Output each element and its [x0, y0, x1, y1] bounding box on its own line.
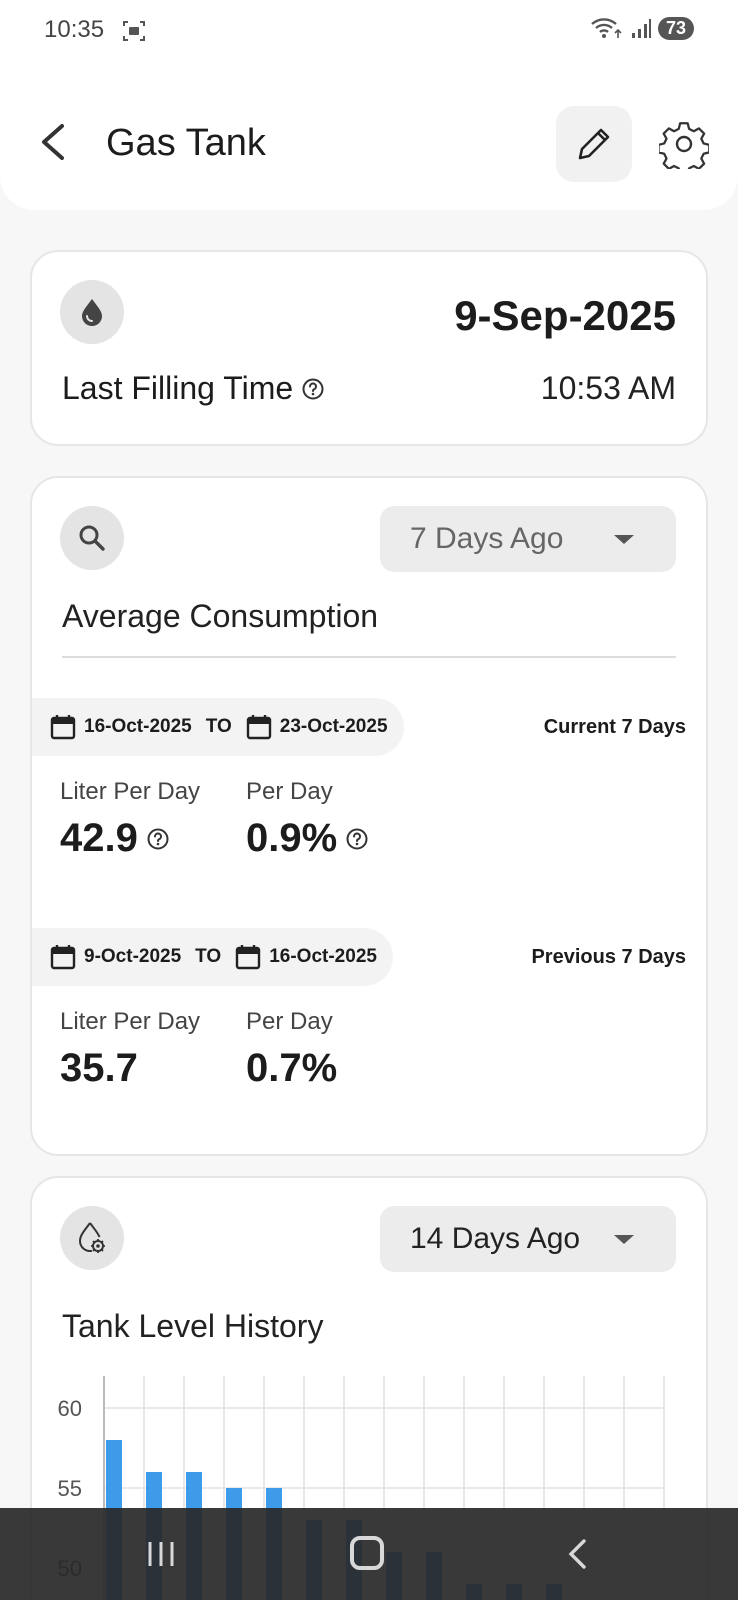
- y-tick-label: 60: [58, 1396, 82, 1421]
- previous-from-date: 9-Oct-2025: [84, 946, 182, 967]
- status-time: 10:35: [44, 16, 105, 43]
- tank-history-title: Tank Level History: [62, 1308, 324, 1344]
- help-icon[interactable]: [345, 827, 369, 851]
- chevron-down-icon: [614, 535, 634, 544]
- current-per-day-label: Per Day: [246, 778, 333, 805]
- drop-gear-icon: [78, 1222, 105, 1253]
- battery-level: 73: [657, 16, 694, 40]
- current-liter-label: Liter Per Day: [60, 778, 201, 805]
- help-icon[interactable]: [301, 377, 325, 401]
- average-consumption-card: 7 Days Ago Average Consumption 16-Oct-20…: [30, 476, 708, 1156]
- last-filling-card: 9-Sep-2025 Last Filling Time 10:53 AM: [30, 250, 708, 446]
- previous-liter-value: 35.7: [60, 1046, 138, 1090]
- water-drop-icon: [82, 299, 102, 326]
- back-arrow-icon[interactable]: [36, 118, 72, 166]
- search-icon: [79, 525, 105, 551]
- drop-settings-icon-circle: [60, 1206, 124, 1270]
- current-per-day-row: 0.9%: [246, 816, 369, 861]
- settings-button[interactable]: [658, 118, 710, 170]
- average-consumption-title: Average Consumption: [62, 598, 379, 634]
- status-indicators: 73: [590, 16, 694, 40]
- nav-back-icon[interactable]: [566, 1538, 590, 1570]
- gear-icon: [659, 122, 709, 169]
- current-liter-value: 42.9: [60, 816, 138, 860]
- consumption-period-dropdown[interactable]: 7 Days Ago: [380, 506, 676, 572]
- drop-icon-circle: [60, 280, 124, 344]
- status-bar: 10:35 73: [0, 0, 738, 62]
- divider: [62, 656, 676, 658]
- search-icon-circle: [60, 506, 124, 570]
- previous-range-pill: 9-Oct-2025 TO 16-Oct-2025: [32, 928, 393, 986]
- last-filling-label: Last Filling Time: [62, 370, 294, 406]
- history-period-dropdown[interactable]: 14 Days Ago: [380, 1206, 676, 1272]
- chevron-down-icon: [614, 1235, 634, 1244]
- previous-liter-label: Liter Per Day: [60, 1008, 201, 1035]
- current-range-pill: 16-Oct-2025 TO 23-Oct-2025: [32, 698, 404, 756]
- help-icon[interactable]: [146, 827, 170, 851]
- last-filling-date: 9-Sep-2025: [454, 292, 676, 339]
- wifi-icon: [591, 18, 622, 38]
- previous-per-day-label: Per Day: [246, 1008, 333, 1035]
- system-nav-bar: [0, 1508, 738, 1600]
- last-filling-time: 10:53 AM: [540, 370, 676, 406]
- signal-icon: [631, 19, 651, 38]
- current-period-label: Current 7 Days: [543, 716, 686, 738]
- current-liter-row: 42.9: [60, 816, 170, 861]
- previous-to-label: TO: [195, 946, 222, 967]
- edit-button[interactable]: [556, 106, 632, 182]
- calendar-icon: [50, 945, 76, 970]
- consumption-period-value: 7 Days Ago: [410, 522, 564, 555]
- previous-per-day-value: 0.7%: [246, 1046, 338, 1090]
- y-tick-label: 55: [58, 1476, 82, 1501]
- current-from-date: 16-Oct-2025: [84, 716, 192, 737]
- last-filling-label-row: Last Filling Time: [62, 370, 325, 407]
- history-period-value: 14 Days Ago: [410, 1222, 581, 1255]
- previous-period-label: Previous 7 Days: [531, 946, 686, 968]
- previous-liter-row: 35.7: [60, 1046, 138, 1091]
- current-per-day-value: 0.9%: [246, 816, 338, 860]
- recent-apps-icon[interactable]: [146, 1540, 176, 1568]
- calendar-icon: [236, 945, 261, 970]
- home-button[interactable]: [350, 1536, 384, 1570]
- previous-to-date: 16-Oct-2025: [269, 946, 377, 967]
- page-title: Gas Tank: [106, 122, 266, 164]
- previous-per-day-row: 0.7%: [246, 1046, 337, 1091]
- current-to-date: 23-Oct-2025: [279, 716, 388, 737]
- pencil-icon: [578, 128, 610, 160]
- calendar-icon: [246, 715, 271, 740]
- calendar-icon: [50, 715, 76, 740]
- app-bar: Gas Tank: [0, 62, 738, 210]
- screen-record-icon: [123, 21, 145, 41]
- current-to-label: TO: [205, 716, 232, 737]
